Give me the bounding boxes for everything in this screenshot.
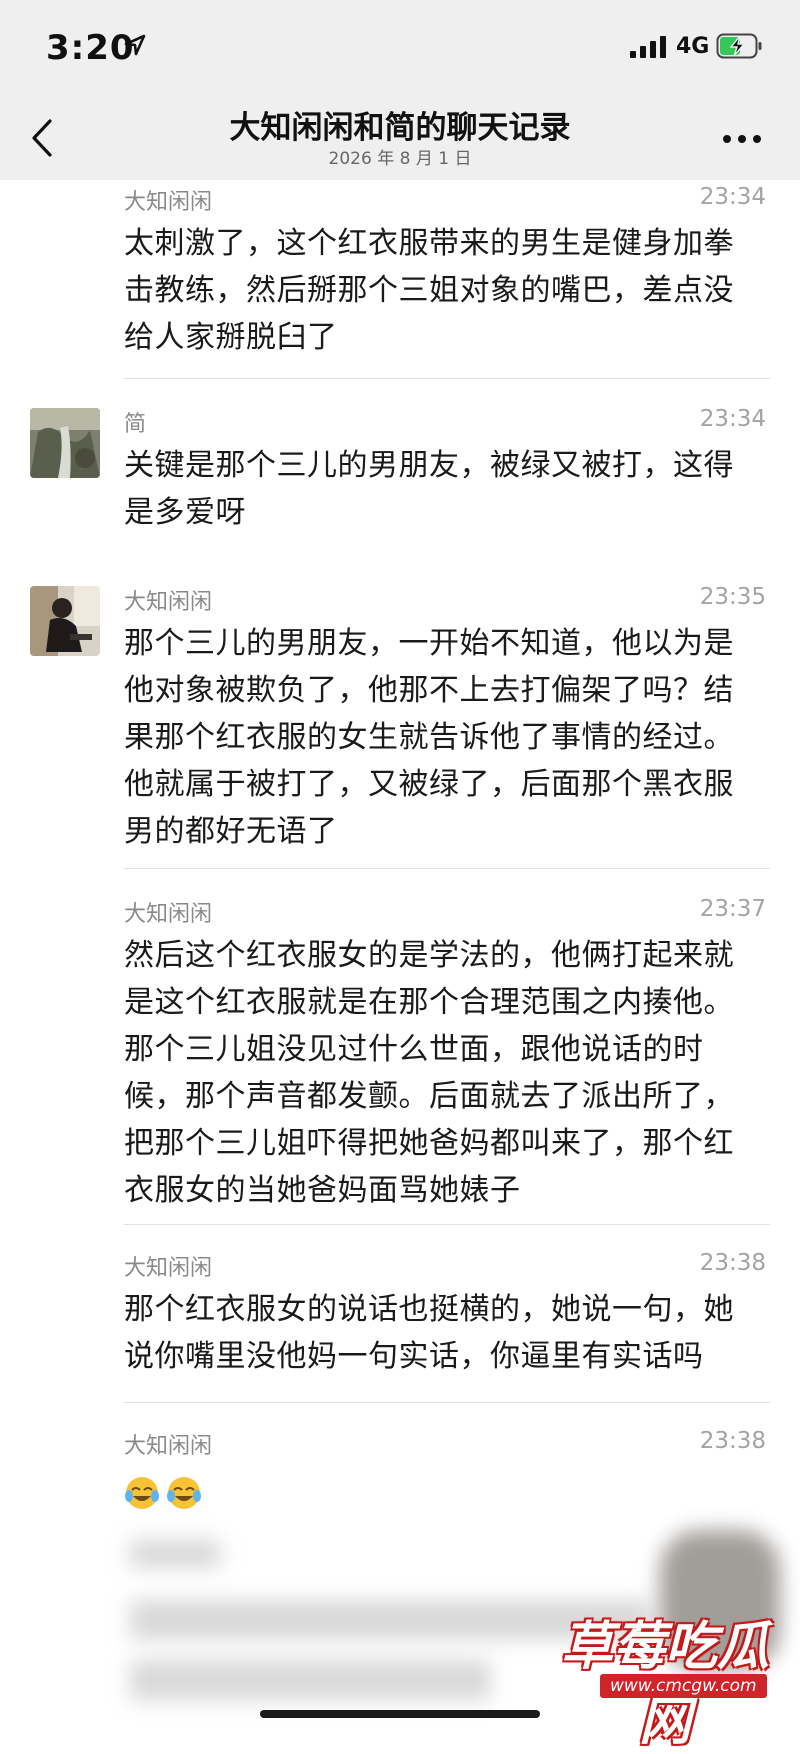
sender-name: 大知闲闲: [124, 902, 213, 927]
battery-charging-icon: [716, 33, 762, 59]
nav-bar: 大知闲闲和简的聊天记录 2026 年 8 月 1 日: [0, 96, 800, 180]
status-time: 3:20: [46, 28, 135, 68]
message-time: 23:34: [699, 406, 766, 432]
divider: [124, 1224, 770, 1225]
divider: [124, 1402, 770, 1403]
home-indicator[interactable]: [260, 1710, 540, 1718]
divider: [124, 378, 770, 379]
avatar-jian[interactable]: [30, 408, 100, 478]
divider: [124, 868, 770, 869]
sender-name: 大知闲闲: [124, 590, 213, 615]
page-title: 大知闲闲和简的聊天记录: [229, 110, 571, 146]
message-text[interactable]: 太刺激了，这个红衣服带来的男生是健身加拳 击教练，然后掰那个三姐对象的嘴巴，差点…: [124, 220, 764, 361]
message-time: 23:37: [699, 896, 766, 922]
message-text[interactable]: 那个三儿的男朋友，一开始不知道，他以为是 他对象被欺负了，他那不上去打偏架了吗？…: [124, 620, 764, 855]
location-arrow-icon: [124, 34, 146, 56]
message-text[interactable]: 那个红衣服女的说话也挺横的，她说一句，她 说你嘴里没他妈一句实话，你逼里有实话吗: [124, 1286, 764, 1380]
message-time: 23:34: [699, 184, 766, 210]
watermark-url: www.cmcgw.com: [600, 1674, 767, 1698]
message-time: 23:38: [699, 1250, 766, 1276]
message-text[interactable]: 然后这个红衣服女的是学法的，他俩打起来就 是这个红衣服就是在那个合理范围之内揍他…: [124, 932, 764, 1214]
message-time: 23:38: [699, 1428, 766, 1454]
more-icon[interactable]: [722, 134, 762, 144]
sender-name: 大知闲闲: [124, 1256, 213, 1281]
watermark-logo: 草莓吃瓜网 www.cmcgw.com: [540, 1604, 790, 1752]
sender-name: 简: [124, 412, 147, 437]
signal-icon: [630, 36, 666, 58]
page-date: 2026 年 8 月 1 日: [328, 149, 472, 169]
status-bar: 3:20 4G: [0, 0, 800, 96]
network-type: 4G: [676, 34, 710, 59]
message-text[interactable]: 关键是那个三儿的男朋友，被绿又被打，这得 是多爱呀: [124, 442, 764, 536]
sender-name: 大知闲闲: [124, 1434, 213, 1459]
sender-name: 大知闲闲: [124, 190, 213, 215]
avatar-dazhixianxian[interactable]: [30, 586, 100, 656]
message-time: 23:35: [699, 584, 766, 610]
